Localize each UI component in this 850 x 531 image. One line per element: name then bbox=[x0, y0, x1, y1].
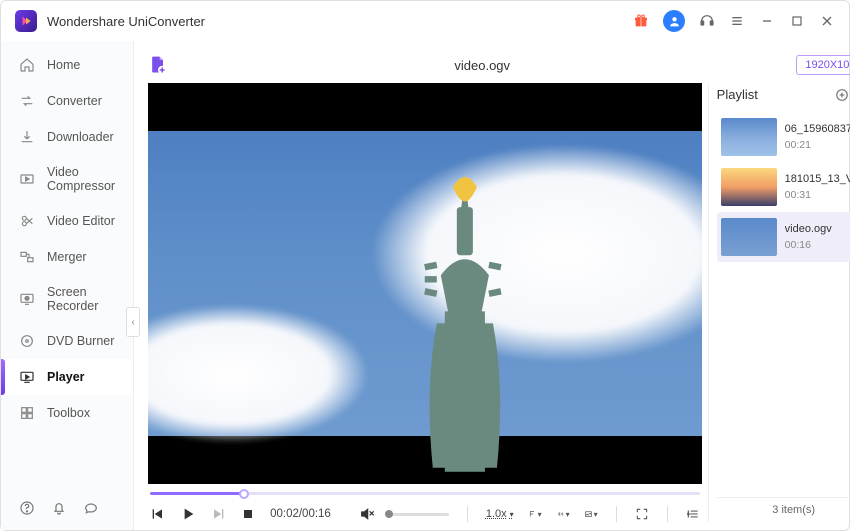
maximize-button[interactable] bbox=[789, 13, 805, 29]
playlist-toggle-button[interactable] bbox=[686, 507, 700, 521]
support-icon[interactable] bbox=[699, 13, 715, 29]
sidebar-item-label: Player bbox=[47, 370, 85, 384]
next-button[interactable] bbox=[210, 506, 226, 522]
sidebar: Home Converter Downloader Video Compress… bbox=[1, 41, 134, 530]
fullscreen-button[interactable] bbox=[635, 507, 649, 521]
app-title: Wondershare UniConverter bbox=[47, 14, 633, 29]
playlist-item-name: 06_1596083776.d... bbox=[785, 123, 850, 135]
playlist-add-icon[interactable] bbox=[835, 88, 849, 102]
playlist-thumbnail bbox=[721, 168, 777, 206]
sidebar-item-label: Downloader bbox=[47, 130, 114, 144]
sidebar-item-label: Converter bbox=[47, 94, 102, 108]
playlist-thumbnail bbox=[721, 218, 777, 256]
playlist-item[interactable]: 181015_13_Venic... 00:31 bbox=[717, 162, 850, 212]
playlist-thumbnail bbox=[721, 118, 777, 156]
playlist-item[interactable]: video.ogv 00:16 bbox=[717, 212, 850, 262]
sidebar-item-label: Video Editor bbox=[47, 214, 115, 228]
sidebar-item-recorder[interactable]: Screen Recorder bbox=[1, 275, 133, 323]
sidebar-item-label: Home bbox=[47, 58, 80, 72]
playlist-item-name: 181015_13_Venic... bbox=[785, 173, 850, 185]
sidebar-item-label: Screen Recorder bbox=[47, 285, 115, 313]
resolution-badge[interactable]: 1920X1080 bbox=[796, 55, 850, 75]
playlist-item-duration: 00:21 bbox=[785, 139, 850, 151]
seek-bar[interactable] bbox=[148, 484, 702, 504]
video-content bbox=[365, 163, 564, 484]
sidebar-item-compressor[interactable]: Video Compressor bbox=[1, 155, 133, 203]
subtitle-button[interactable]: ▾ bbox=[528, 507, 542, 521]
sidebar-item-label: Merger bbox=[47, 250, 87, 264]
sidebar-item-downloader[interactable]: Downloader bbox=[1, 119, 133, 155]
mute-button[interactable] bbox=[359, 506, 375, 522]
current-filename: video.ogv bbox=[168, 58, 796, 73]
sidebar-item-editor[interactable]: Video Editor bbox=[1, 203, 133, 239]
playlist-panel: Playlist 06_1596083776.d... 00:21 181015_… bbox=[708, 83, 850, 522]
sidebar-item-merger[interactable]: Merger bbox=[1, 239, 133, 275]
snapshot-button[interactable]: ▾ bbox=[584, 507, 598, 521]
sidebar-item-player[interactable]: Player bbox=[1, 359, 133, 395]
audio-track-button[interactable]: ▾ bbox=[556, 507, 570, 521]
sidebar-item-dvd[interactable]: DVD Burner bbox=[1, 323, 133, 359]
playlist-count: 3 item(s) bbox=[717, 497, 850, 522]
prev-button[interactable] bbox=[150, 506, 166, 522]
playlist-item[interactable]: 06_1596083776.d... 00:21 bbox=[717, 112, 850, 162]
sidebar-item-label: Video Compressor bbox=[47, 165, 115, 193]
playlist-item-duration: 00:31 bbox=[785, 189, 850, 201]
playlist-title: Playlist bbox=[717, 87, 827, 102]
playlist-item-duration: 00:16 bbox=[785, 239, 832, 251]
time-display: 00:02/00:16 bbox=[270, 508, 331, 520]
menu-icon[interactable] bbox=[729, 13, 745, 29]
app-logo bbox=[15, 10, 37, 32]
gift-icon[interactable] bbox=[633, 13, 649, 29]
collapse-sidebar-button[interactable]: ‹ bbox=[126, 307, 140, 337]
sidebar-item-label: DVD Burner bbox=[47, 334, 114, 348]
titlebar: Wondershare UniConverter bbox=[1, 1, 849, 41]
minimize-button[interactable] bbox=[759, 13, 775, 29]
stop-button[interactable] bbox=[240, 506, 256, 522]
bell-icon[interactable] bbox=[51, 500, 67, 516]
play-button[interactable] bbox=[180, 506, 196, 522]
close-button[interactable] bbox=[819, 13, 835, 29]
playlist-item-name: video.ogv bbox=[785, 223, 832, 235]
sidebar-item-toolbox[interactable]: Toolbox bbox=[1, 395, 133, 431]
sidebar-item-converter[interactable]: Converter bbox=[1, 83, 133, 119]
feedback-icon[interactable] bbox=[83, 500, 99, 516]
add-file-button[interactable] bbox=[148, 55, 168, 75]
help-icon[interactable] bbox=[19, 500, 35, 516]
sidebar-item-home[interactable]: Home bbox=[1, 47, 133, 83]
playback-rate[interactable]: 1.0x▾ bbox=[486, 508, 514, 520]
video-viewport[interactable] bbox=[148, 83, 702, 484]
sidebar-item-label: Toolbox bbox=[47, 406, 90, 420]
volume-slider[interactable] bbox=[389, 513, 449, 516]
account-avatar[interactable] bbox=[663, 10, 685, 32]
